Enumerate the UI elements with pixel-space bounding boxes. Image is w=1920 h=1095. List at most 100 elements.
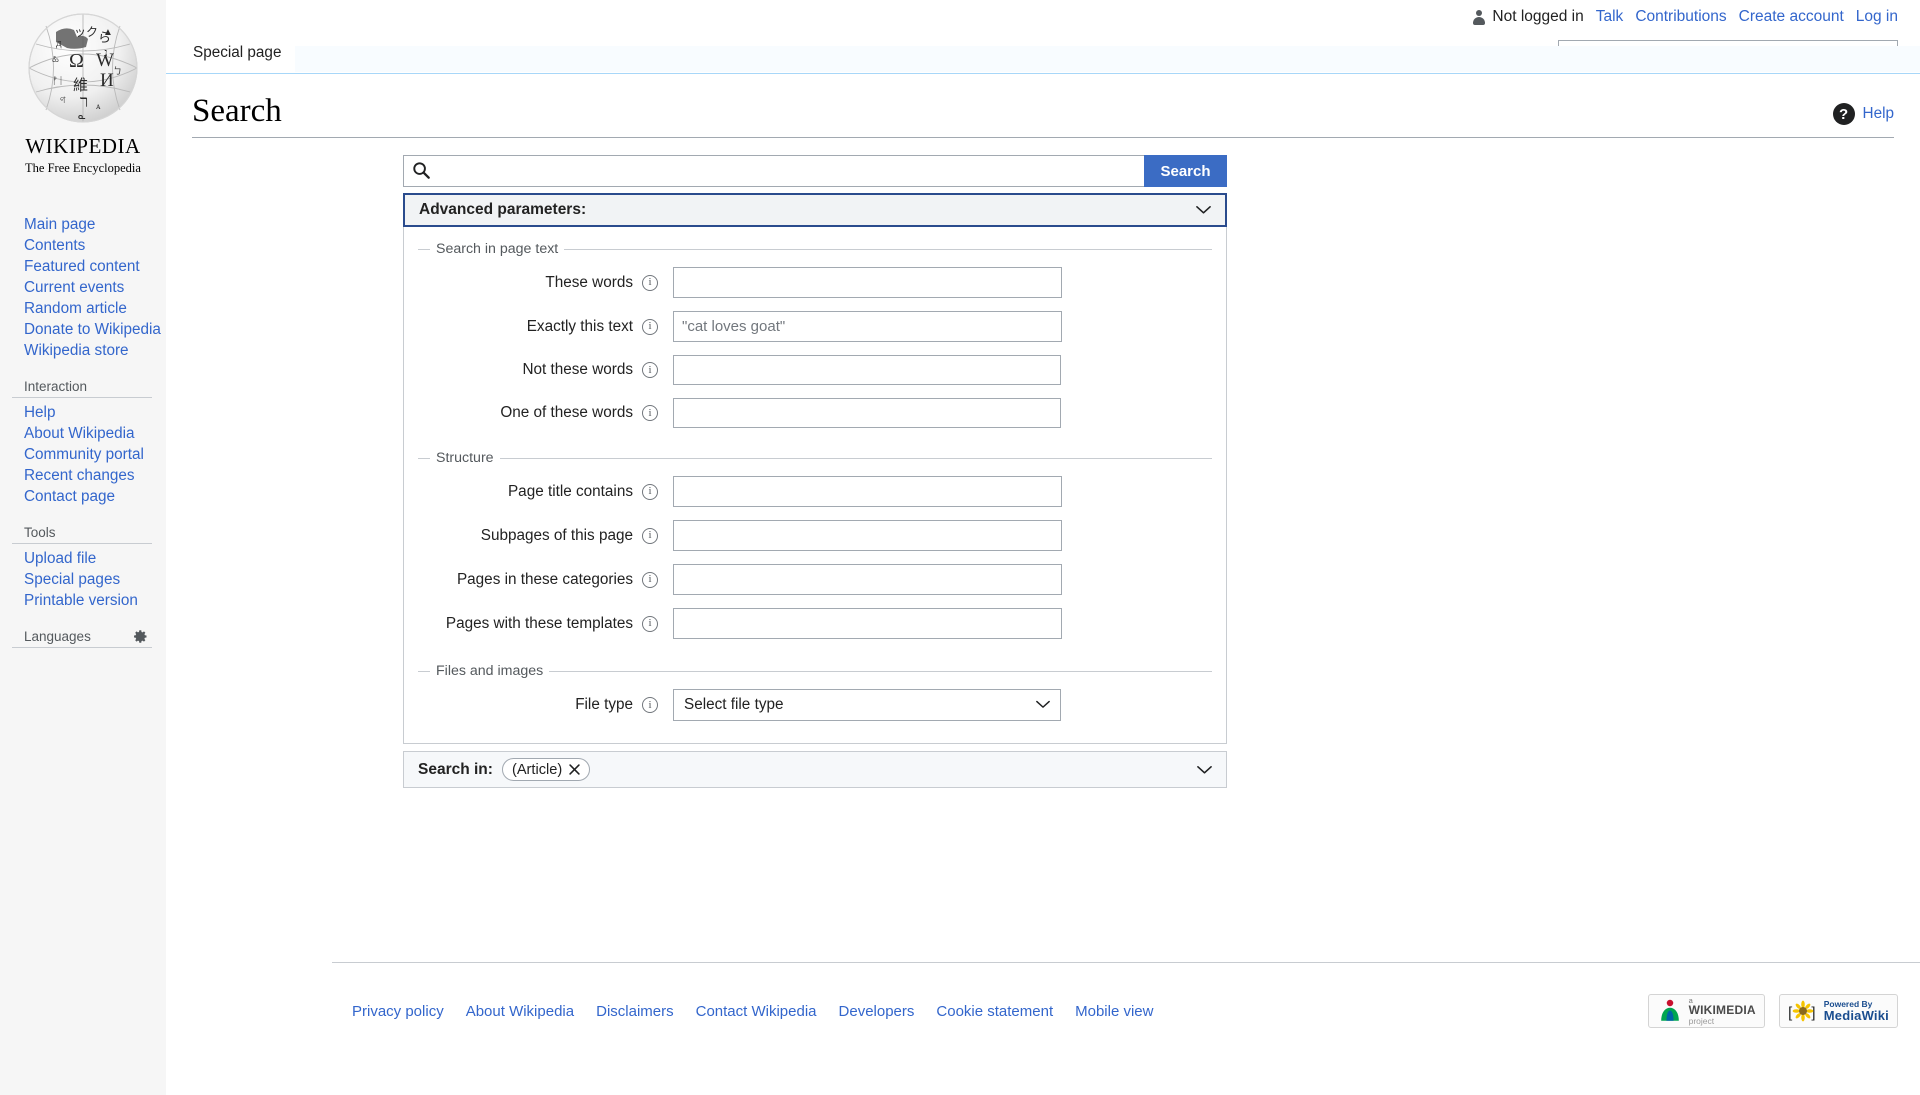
info-icon[interactable]: i <box>642 527 658 544</box>
info-icon[interactable]: i <box>642 615 658 632</box>
footer-link-contact-wikipedia[interactable]: Contact Wikipedia <box>696 1003 817 1020</box>
input-pages-with-these-templates[interactable] <box>673 608 1062 640</box>
wikimedia-foundation-badge[interactable]: a WIKIMEDIA project <box>1647 994 1765 1028</box>
input-pages-in-these-categories[interactable] <box>673 564 1062 596</box>
sidebar-item-current-events[interactable]: Current events <box>12 277 166 298</box>
sidebar-link-featured-content[interactable]: Featured content <box>24 258 140 275</box>
gear-icon[interactable] <box>133 629 152 644</box>
sidebar-item-community-portal[interactable]: Community portal <box>12 444 166 465</box>
footer-link-mobile-view[interactable]: Mobile view <box>1075 1003 1153 1020</box>
sidebar-link-printable-version[interactable]: Printable version <box>24 592 138 609</box>
tab-special-page[interactable]: Special page <box>178 33 296 73</box>
field-label: Pages in these categories <box>456 570 633 588</box>
search-in-namespaces-bar[interactable]: Search in: (Article) <box>403 751 1227 789</box>
sidebar: ら ック д נ ▲ ಹಿ Ω W И 維 ᚠᛁ ㄅ ר ণ ᴀ ᓇ WIKIP… <box>0 0 166 1095</box>
info-icon[interactable]: i <box>642 318 658 335</box>
fieldset-search-in-page-text: Search in page text These words i Exactl… <box>418 241 1212 432</box>
sidebar-link-about-wikipedia[interactable]: About Wikipedia <box>24 425 135 442</box>
content-shell: Special page Search ? Help <box>166 0 1920 1095</box>
input-one-of-these-words[interactable] <box>673 398 1061 429</box>
info-icon[interactable]: i <box>642 483 658 500</box>
sidebar-item-printable-version[interactable]: Printable version <box>12 590 166 611</box>
sidebar-item-featured-content[interactable]: Featured content <box>12 256 166 277</box>
input-these-words[interactable] <box>673 267 1062 299</box>
sidebar-item-contents[interactable]: Contents <box>12 235 166 256</box>
wikipedia-puzzle-globe-icon: ら ック д נ ▲ ಹಿ Ω W И 維 ᚠᛁ ㄅ ר ণ ᴀ ᓇ <box>28 13 138 123</box>
info-icon[interactable]: i <box>642 405 658 422</box>
input-page-title-contains[interactable] <box>673 476 1062 508</box>
search-submit-button[interactable]: Search <box>1144 155 1227 188</box>
sidebar-link-upload-file[interactable]: Upload file <box>24 550 96 567</box>
svg-text:[: [ <box>1788 1006 1793 1022</box>
footer-link-about-wikipedia[interactable]: About Wikipedia <box>466 1003 574 1020</box>
sidebar-link-help[interactable]: Help <box>24 404 55 421</box>
input-exactly-this-text[interactable] <box>673 311 1062 343</box>
svg-text:ᚠᛁ: ᚠᛁ <box>52 76 64 87</box>
sidebar-item-wikipedia-store[interactable]: Wikipedia store <box>12 340 166 361</box>
content-body: Search ? Help Search Advanced parameters… <box>166 75 1920 1095</box>
sidebar-link-contents[interactable]: Contents <box>24 237 85 254</box>
sidebar-link-donate[interactable]: Donate to Wikipedia <box>24 321 161 338</box>
sidebar-item-main-page[interactable]: Main page <box>12 214 166 235</box>
sidebar-link-contact-page[interactable]: Contact page <box>24 488 115 505</box>
close-icon[interactable] <box>569 764 580 775</box>
fieldset-files-and-images: Files and images File type i Select file… <box>418 663 1212 725</box>
advanced-parameters-toggle[interactable]: Advanced parameters: <box>403 193 1227 228</box>
sidebar-item-contact-page[interactable]: Contact page <box>12 486 166 507</box>
input-subpages-of-this-page[interactable] <box>673 520 1062 552</box>
sidebar-heading-label: Interaction <box>24 379 88 394</box>
badge-line-2: MediaWiki <box>1823 1007 1889 1023</box>
advanced-search-input-wrapper[interactable] <box>403 155 1144 188</box>
field-label: Pages with these templates <box>445 614 633 632</box>
sidebar-item-donate[interactable]: Donate to Wikipedia <box>12 319 166 340</box>
sidebar-link-wikipedia-store[interactable]: Wikipedia store <box>24 342 129 359</box>
sidebar-nav-list: Upload file Special pages Printable vers… <box>12 548 166 611</box>
sidebar-nav-list: Main page Contents Featured content Curr… <box>12 214 166 361</box>
chevron-down-icon <box>1196 205 1211 215</box>
info-icon[interactable]: i <box>642 274 658 291</box>
sidebar-heading-languages: Languages <box>12 625 152 648</box>
sidebar-link-main-page[interactable]: Main page <box>24 216 95 233</box>
svg-text:ר: ר <box>80 92 88 111</box>
wikipedia-wordmark: WIKIPEDIA The Free Encyclopedia <box>25 134 141 176</box>
info-icon[interactable]: i <box>642 697 658 714</box>
wikipedia-logo[interactable]: ら ック д נ ▲ ಹಿ Ω W И 維 ᚠᛁ ㄅ ר ণ ᴀ ᓇ WIKIP… <box>0 0 166 176</box>
sidebar-item-recent-changes[interactable]: Recent changes <box>12 465 166 486</box>
svg-text:W: W <box>96 50 114 71</box>
input-not-these-words[interactable] <box>673 355 1061 386</box>
field-label: File type <box>575 696 633 714</box>
sidebar-item-random-article[interactable]: Random article <box>12 298 166 319</box>
footer-link-cookie-statement[interactable]: Cookie statement <box>936 1003 1053 1020</box>
file-type-select[interactable]: Select file type <box>673 689 1061 722</box>
info-icon[interactable]: i <box>642 362 658 379</box>
field-label: Subpages of this page <box>480 526 633 544</box>
sidebar-item-upload-file[interactable]: Upload file <box>12 548 166 569</box>
field-page-title-contains: Page title contains i <box>418 476 1212 508</box>
sidebar-link-recent-changes[interactable]: Recent changes <box>24 467 135 484</box>
tab-strip-background <box>266 46 1920 72</box>
sidebar-link-community-portal[interactable]: Community portal <box>24 446 144 463</box>
sidebar-link-special-pages[interactable]: Special pages <box>24 571 120 588</box>
svg-text:ック: ック <box>74 25 98 39</box>
sidebar-heading-label: Languages <box>24 629 91 644</box>
footer-link-privacy-policy[interactable]: Privacy policy <box>352 1003 444 1020</box>
footer-link-developers[interactable]: Developers <box>839 1003 915 1020</box>
footer-link-disclaimers[interactable]: Disclaimers <box>596 1003 674 1020</box>
sidebar-item-special-pages[interactable]: Special pages <box>12 569 166 590</box>
page-title: Search <box>192 93 282 129</box>
field-one-of-these-words: One of these words i <box>418 398 1212 429</box>
info-icon[interactable]: i <box>642 571 658 588</box>
namespace-tag-article[interactable]: (Article) <box>501 758 591 782</box>
help-link[interactable]: ? Help <box>1832 103 1894 125</box>
mediawiki-badge[interactable]: [ ] Powered By MediaWiki <box>1778 994 1898 1028</box>
sidebar-item-about-wikipedia[interactable]: About Wikipedia <box>12 423 166 444</box>
advanced-parameters-panel: Search in page text These words i Exactl… <box>403 227 1227 745</box>
field-exactly-this-text: Exactly this text i <box>418 311 1212 343</box>
help-link-label[interactable]: Help <box>1863 105 1894 123</box>
tab-special-page-label: Special page <box>193 44 282 61</box>
sidebar-link-current-events[interactable]: Current events <box>24 279 124 296</box>
sidebar-item-help[interactable]: Help <box>12 402 166 423</box>
footer-links: Privacy policy About Wikipedia Disclaime… <box>352 1003 1154 1020</box>
advanced-search-input[interactable] <box>432 157 1144 186</box>
sidebar-link-random-article[interactable]: Random article <box>24 300 127 317</box>
